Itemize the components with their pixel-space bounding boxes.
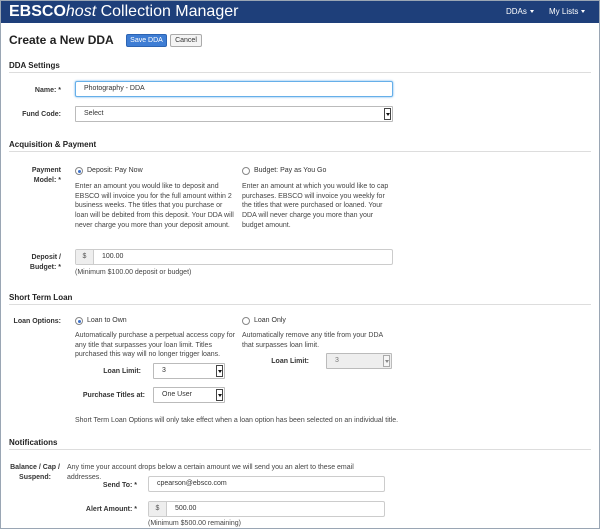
save-dda-button[interactable]: Save DDA: [126, 34, 167, 47]
caret-down-icon: [529, 10, 534, 14]
purchase-titles-value: One User: [162, 391, 192, 398]
select-arrow-icon: [384, 108, 391, 120]
nav-my-lists-menu[interactable]: My Lists: [549, 7, 586, 16]
purchase-titles-select[interactable]: One User: [153, 387, 225, 403]
cancel-button[interactable]: Cancel: [170, 34, 202, 47]
deposit-amount-value: 100.00: [102, 253, 124, 260]
send-to-label: Send To: *: [102, 482, 137, 489]
brand-rest: Collection Manager: [96, 3, 239, 20]
loan-only-limit-label: Loan Limit:: [271, 358, 309, 365]
loan-limit-value: 3: [162, 367, 166, 374]
alert-amount-input[interactable]: $ 500.00: [148, 501, 385, 517]
deposit-amount-input[interactable]: $ 100.00: [75, 249, 393, 265]
select-arrow-icon: [216, 365, 223, 377]
deposit-radio[interactable]: [75, 167, 83, 175]
budget-radio[interactable]: [242, 167, 250, 175]
fund-code-label: Fund Code:: [22, 111, 61, 118]
currency-addon: $: [76, 250, 94, 264]
top-navbar: EBSCOhost Collection Manager DDAs My Lis…: [1, 1, 599, 23]
nav-ddas-label: DDAs: [506, 7, 527, 16]
deposit-radio-label: Deposit: Pay Now: [87, 167, 143, 174]
deposit-amount-note: (Minimum $100.00 deposit or budget): [75, 269, 192, 276]
loan-limit-label: Loan Limit:: [103, 368, 141, 375]
divider: [9, 72, 591, 73]
alert-amount-value: 500.00: [175, 505, 197, 512]
app-brand[interactable]: EBSCOhost Collection Manager: [9, 3, 238, 21]
divider: [9, 151, 591, 152]
deposit-description: Enter an amount you would like to deposi…: [75, 183, 234, 229]
alert-amount-note: (Minimum $500.00 remaining): [148, 520, 241, 527]
loan-only-limit-select[interactable]: 3: [326, 353, 392, 369]
caret-down-icon: [581, 10, 586, 14]
loan-to-own-radio[interactable]: [75, 317, 83, 325]
loan-limit-select[interactable]: 3: [153, 363, 225, 379]
loan-options-label: Loan Options:: [13, 318, 61, 325]
select-arrow-icon: [383, 355, 390, 367]
fund-code-value: Select: [84, 110, 104, 117]
currency-addon: $: [149, 502, 167, 516]
section-acquisition-payment: Acquisition & Payment: [9, 140, 97, 149]
payment-model-label: Payment Model: *: [31, 167, 61, 184]
divider: [9, 449, 591, 450]
loan-only-radio[interactable]: [242, 317, 250, 325]
select-arrow-icon: [216, 389, 223, 401]
nav-ddas-menu[interactable]: DDAs: [506, 7, 534, 16]
loan-to-own-description: Automatically purchase a perpetual acces…: [75, 332, 235, 359]
deposit-budget-label: Deposit / Budget: *: [29, 254, 61, 271]
send-to-input[interactable]: cpearson@ebsco.com: [148, 476, 385, 492]
alert-amount-label: Alert Amount: *: [85, 506, 137, 513]
divider: [9, 304, 591, 305]
brand-host: host: [65, 3, 97, 20]
purchase-titles-label: Purchase Titles at:: [82, 392, 145, 399]
page-title: Create a New DDA: [9, 33, 114, 47]
budget-description: Enter an amount at which you would like …: [242, 183, 389, 229]
name-label: Name: *: [34, 87, 61, 94]
loan-only-description: Automatically remove any title from your…: [242, 332, 383, 349]
fund-code-select[interactable]: Select: [75, 106, 393, 122]
loan-only-label: Loan Only: [254, 317, 286, 324]
section-short-term-loan: Short Term Loan: [9, 293, 73, 302]
nav-my-lists-label: My Lists: [549, 7, 579, 16]
brand-ebsco: EBSCO: [9, 3, 66, 20]
loan-to-own-label: Loan to Own: [87, 317, 127, 324]
short-term-loan-note: Short Term Loan Options will only take e…: [75, 417, 399, 424]
loan-only-limit-value: 3: [335, 357, 339, 364]
budget-radio-label: Budget: Pay as You Go: [254, 167, 327, 174]
section-notifications: Notifications: [9, 438, 58, 447]
section-dda-settings: DDA Settings: [9, 61, 60, 70]
balance-cap-suspend-label: Balance / Cap / Suspend:: [10, 464, 60, 481]
name-input[interactable]: Photography - DDA: [75, 81, 393, 97]
